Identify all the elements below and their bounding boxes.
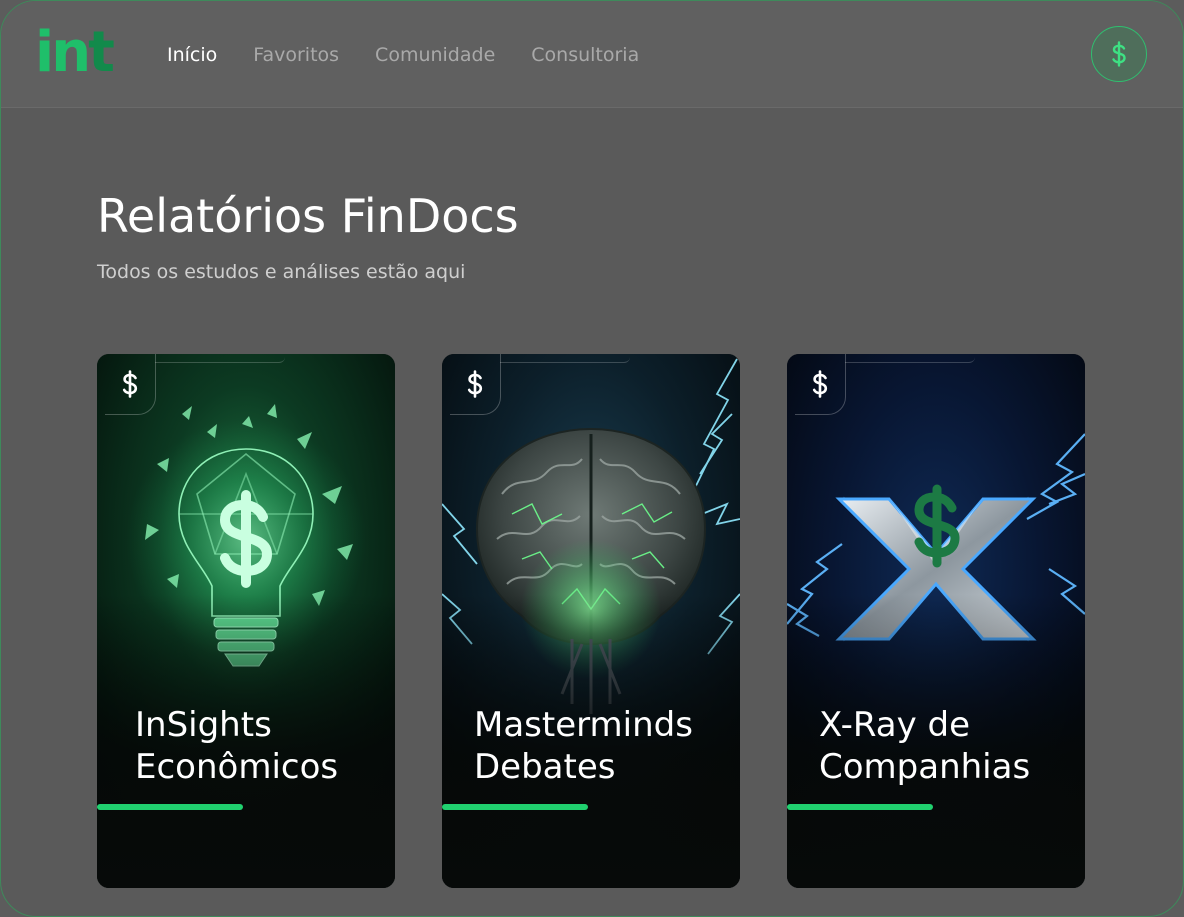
nav-item-consultoria[interactable]: Consultoria [531, 42, 639, 68]
card-title-line-2: Econômicos [135, 747, 339, 787]
dollar-icon [1112, 41, 1126, 67]
main-nav: Início Favoritos Comunidade Consultoria [167, 42, 675, 68]
card-frame-line [155, 354, 285, 363]
nav-item-comunidade[interactable]: Comunidade [375, 42, 495, 68]
nav-item-inicio[interactable]: Início [167, 42, 217, 68]
dollar-icon [467, 370, 483, 398]
card-title: X-Ray de Companhias [819, 704, 1074, 788]
logo-text-t: t [88, 20, 115, 85]
report-card-xray[interactable]: X-Ray de Companhias [787, 354, 1085, 888]
card-title-line-2: Debates [474, 747, 616, 787]
card-title-line-1: InSights [135, 705, 272, 745]
report-card-masterminds[interactable]: Masterminds Debates [442, 354, 740, 888]
card-title: Masterminds Debates [474, 704, 729, 788]
app-window: int Início Favoritos Comunidade Consulto… [0, 0, 1184, 917]
card-badge [795, 354, 846, 415]
account-button[interactable] [1091, 26, 1147, 82]
card-frame-line [845, 354, 975, 363]
card-title-line-1: X-Ray de [819, 705, 971, 745]
card-accent-bar [442, 804, 588, 810]
dollar-icon [812, 370, 828, 398]
card-badge [105, 354, 156, 415]
dollar-icon [122, 370, 138, 398]
card-accent-bar [97, 804, 243, 810]
card-accent-bar [787, 804, 933, 810]
card-title: InSights Econômicos [135, 704, 390, 788]
card-title-line-1: Masterminds [474, 705, 693, 745]
top-navigation-bar: int Início Favoritos Comunidade Consulto… [1, 1, 1183, 108]
report-card-insights[interactable]: InSights Econômicos [97, 354, 395, 888]
card-frame-line [500, 354, 630, 363]
page-title: Relatórios FinDocs [97, 189, 519, 243]
logo-text-in: in [35, 20, 91, 85]
page-subtitle: Todos os estudos e análises estão aqui [97, 261, 466, 283]
nav-item-favoritos[interactable]: Favoritos [253, 42, 339, 68]
card-badge [450, 354, 501, 415]
brand-logo[interactable]: int [35, 20, 115, 85]
card-title-line-2: Companhias [819, 747, 1031, 787]
